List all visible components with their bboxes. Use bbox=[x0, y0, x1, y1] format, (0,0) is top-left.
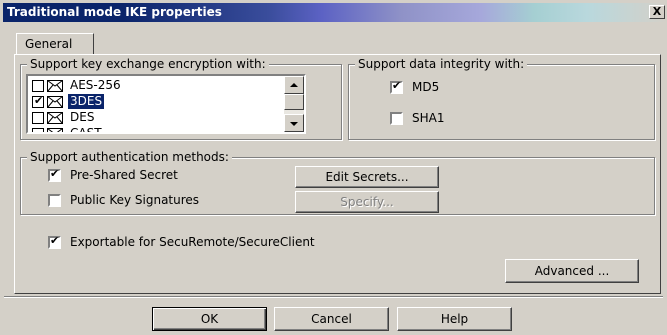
close-icon: X bbox=[652, 5, 662, 18]
check-icon: ✔ bbox=[34, 94, 44, 107]
dialog-window: Traditional mode IKE properties X Genera… bbox=[0, 0, 667, 335]
arrow-up-icon bbox=[290, 83, 298, 87]
key-envelope-icon bbox=[47, 112, 63, 124]
checkbox-box[interactable]: ✔ bbox=[48, 234, 61, 249]
md5-label: MD5 bbox=[412, 80, 440, 94]
specify-label: Specify... bbox=[340, 195, 394, 209]
check-icon: ✔ bbox=[50, 167, 60, 180]
close-button[interactable]: X bbox=[649, 5, 665, 19]
preshared-secret-label: Pre-Shared Secret bbox=[70, 168, 178, 182]
list-item-label: CAST bbox=[70, 126, 102, 134]
edit-secrets-label: Edit Secrets... bbox=[325, 170, 409, 184]
sha1-label: SHA1 bbox=[412, 111, 445, 125]
ok-button[interactable]: OK bbox=[152, 307, 267, 331]
arrow-down-icon bbox=[290, 122, 298, 126]
list-item-checkbox[interactable]: ✔ bbox=[32, 94, 44, 108]
check-icon: ✔ bbox=[392, 79, 402, 92]
integrity-group-legend: Support data integrity with: bbox=[355, 57, 528, 71]
checkbox-box[interactable]: ✔ bbox=[48, 167, 61, 182]
scroll-up-button[interactable] bbox=[284, 76, 304, 94]
edit-secrets-button[interactable]: Edit Secrets... bbox=[295, 166, 439, 188]
tab-general-label: General bbox=[25, 37, 73, 51]
list-item-checkbox[interactable] bbox=[32, 128, 44, 132]
list-item-checkbox[interactable] bbox=[32, 112, 44, 124]
help-button[interactable]: Help bbox=[397, 307, 512, 331]
title-bar[interactable]: Traditional mode IKE properties X bbox=[3, 3, 667, 22]
checkbox-box[interactable] bbox=[48, 194, 61, 207]
key-envelope-icon bbox=[47, 128, 63, 132]
specify-button[interactable]: Specify... bbox=[295, 191, 439, 213]
footer-separator bbox=[4, 296, 663, 298]
list-item-checkbox[interactable] bbox=[32, 80, 44, 92]
list-item-label: DES bbox=[70, 110, 95, 124]
check-icon: ✔ bbox=[50, 234, 60, 247]
list-item-aes256[interactable]: AES-256 bbox=[30, 78, 265, 94]
list-item-3des[interactable]: ✔ 3DES bbox=[30, 94, 265, 110]
list-item-des[interactable]: DES bbox=[30, 110, 265, 126]
scroll-thumb[interactable] bbox=[284, 94, 304, 110]
window-title: Traditional mode IKE properties bbox=[7, 5, 222, 19]
list-item-label: AES-256 bbox=[70, 78, 121, 92]
key-envelope-icon bbox=[47, 96, 63, 108]
list-item-cast[interactable]: CAST bbox=[30, 126, 265, 134]
scroll-down-button[interactable] bbox=[284, 114, 304, 132]
encryption-group-legend: Support key exchange encryption with: bbox=[27, 57, 269, 71]
key-envelope-icon bbox=[47, 80, 63, 92]
tab-general[interactable]: General bbox=[16, 33, 94, 55]
cancel-button[interactable]: Cancel bbox=[274, 307, 389, 331]
ok-label: OK bbox=[200, 312, 219, 326]
integrity-group: Support data integrity with: bbox=[348, 57, 655, 140]
encryption-listbox[interactable]: AES-256 ✔ 3DES DES CAST bbox=[26, 74, 306, 134]
checkbox-box[interactable]: ✔ bbox=[390, 79, 403, 94]
checkbox-box[interactable] bbox=[390, 112, 403, 125]
advanced-label: Advanced ... bbox=[534, 264, 610, 278]
public-key-label: Public Key Signatures bbox=[70, 193, 200, 207]
advanced-button[interactable]: Advanced ... bbox=[505, 259, 639, 283]
list-item-label: 3DES bbox=[68, 94, 105, 109]
cancel-label: Cancel bbox=[311, 312, 352, 326]
help-label: Help bbox=[440, 312, 469, 326]
exportable-label: Exportable for SecuRemote/SecureClient bbox=[70, 235, 315, 249]
list-scrollbar[interactable] bbox=[284, 76, 304, 132]
authentication-group-legend: Support authentication methods: bbox=[27, 150, 232, 164]
